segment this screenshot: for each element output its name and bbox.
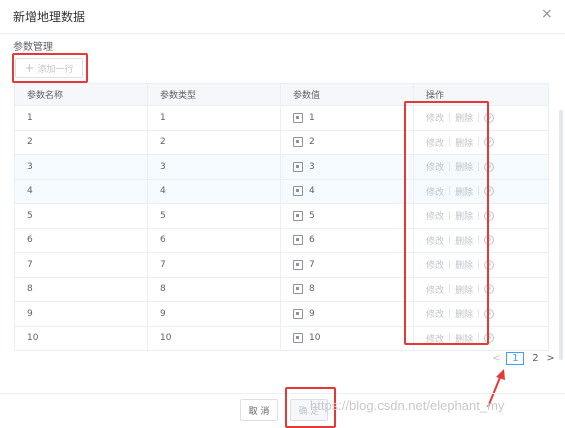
cell-value-text: 3 <box>309 161 315 172</box>
cell-type: 6 <box>148 228 281 252</box>
cell-value: 2 <box>281 130 414 154</box>
cell-value: 8 <box>281 277 414 301</box>
cell-value: 6 <box>281 228 414 252</box>
cell-name: 2 <box>15 130 148 154</box>
cell-value-text: 5 <box>309 210 315 221</box>
cell-value-text: 9 <box>309 308 315 319</box>
value-icon <box>293 210 303 221</box>
dialog-title: 新增地理数据 <box>13 10 86 24</box>
cell-type: 4 <box>148 179 281 203</box>
cell-type: 9 <box>148 302 281 326</box>
cell-name: 6 <box>15 228 148 252</box>
close-icon[interactable]: × <box>541 6 553 22</box>
prev-page-button[interactable]: < <box>492 353 500 364</box>
cell-name: 10 <box>15 326 148 350</box>
cell-value-text: 8 <box>309 284 315 295</box>
cell-type: 7 <box>148 253 281 277</box>
cell-value: 5 <box>281 204 414 228</box>
divider <box>0 393 565 394</box>
value-icon <box>293 259 303 270</box>
cell-name: 9 <box>15 302 148 326</box>
page-1-button[interactable]: 1 <box>506 352 525 365</box>
cell-name: 5 <box>15 204 148 228</box>
watermark: https://blog.csdn.net/elephant_my <box>310 398 505 413</box>
value-icon <box>293 284 303 295</box>
value-icon <box>293 235 303 246</box>
dialog: 新增地理数据 × 参数管理 + 添加一行 参数名称 参数类型 参数值 操作 11… <box>0 0 565 428</box>
divider <box>0 33 565 34</box>
cell-value: 7 <box>281 253 414 277</box>
cell-value-text: 10 <box>309 333 321 344</box>
cell-value-text: 6 <box>309 235 315 246</box>
value-icon <box>293 112 303 123</box>
cell-value: 1 <box>281 106 414 130</box>
cell-type: 1 <box>148 106 281 130</box>
cell-name: 3 <box>15 155 148 179</box>
cell-value-text: 1 <box>309 112 315 123</box>
value-icon <box>293 333 303 344</box>
header-value: 参数值 <box>281 84 414 105</box>
header-name: 参数名称 <box>15 84 148 105</box>
highlight-box-actions <box>404 101 489 345</box>
cancel-button[interactable]: 取 消 <box>240 399 278 421</box>
next-page-button[interactable]: > <box>546 353 554 364</box>
cell-type: 5 <box>148 204 281 228</box>
section-label: 参数管理 <box>13 42 53 53</box>
highlight-box-add <box>12 53 88 83</box>
cell-type: 2 <box>148 130 281 154</box>
cell-type: 3 <box>148 155 281 179</box>
value-icon <box>293 137 303 148</box>
cell-value-text: 4 <box>309 186 315 197</box>
cell-name: 4 <box>15 179 148 203</box>
cell-value: 4 <box>281 179 414 203</box>
value-icon <box>293 308 303 319</box>
cell-value-text: 2 <box>309 137 315 148</box>
cell-type: 8 <box>148 277 281 301</box>
header-type: 参数类型 <box>148 84 281 105</box>
cell-value: 9 <box>281 302 414 326</box>
cell-name: 7 <box>15 253 148 277</box>
pagination: < 1 2 > <box>492 352 555 365</box>
page-2-button[interactable]: 2 <box>530 353 540 364</box>
cell-type: 10 <box>148 326 281 350</box>
cell-name: 8 <box>15 277 148 301</box>
value-icon <box>293 161 303 172</box>
cell-value: 3 <box>281 155 414 179</box>
cell-value-text: 7 <box>309 259 315 270</box>
cell-value: 10 <box>281 326 414 350</box>
cell-name: 1 <box>15 106 148 130</box>
value-icon <box>293 186 303 197</box>
scrollbar[interactable] <box>559 110 563 360</box>
